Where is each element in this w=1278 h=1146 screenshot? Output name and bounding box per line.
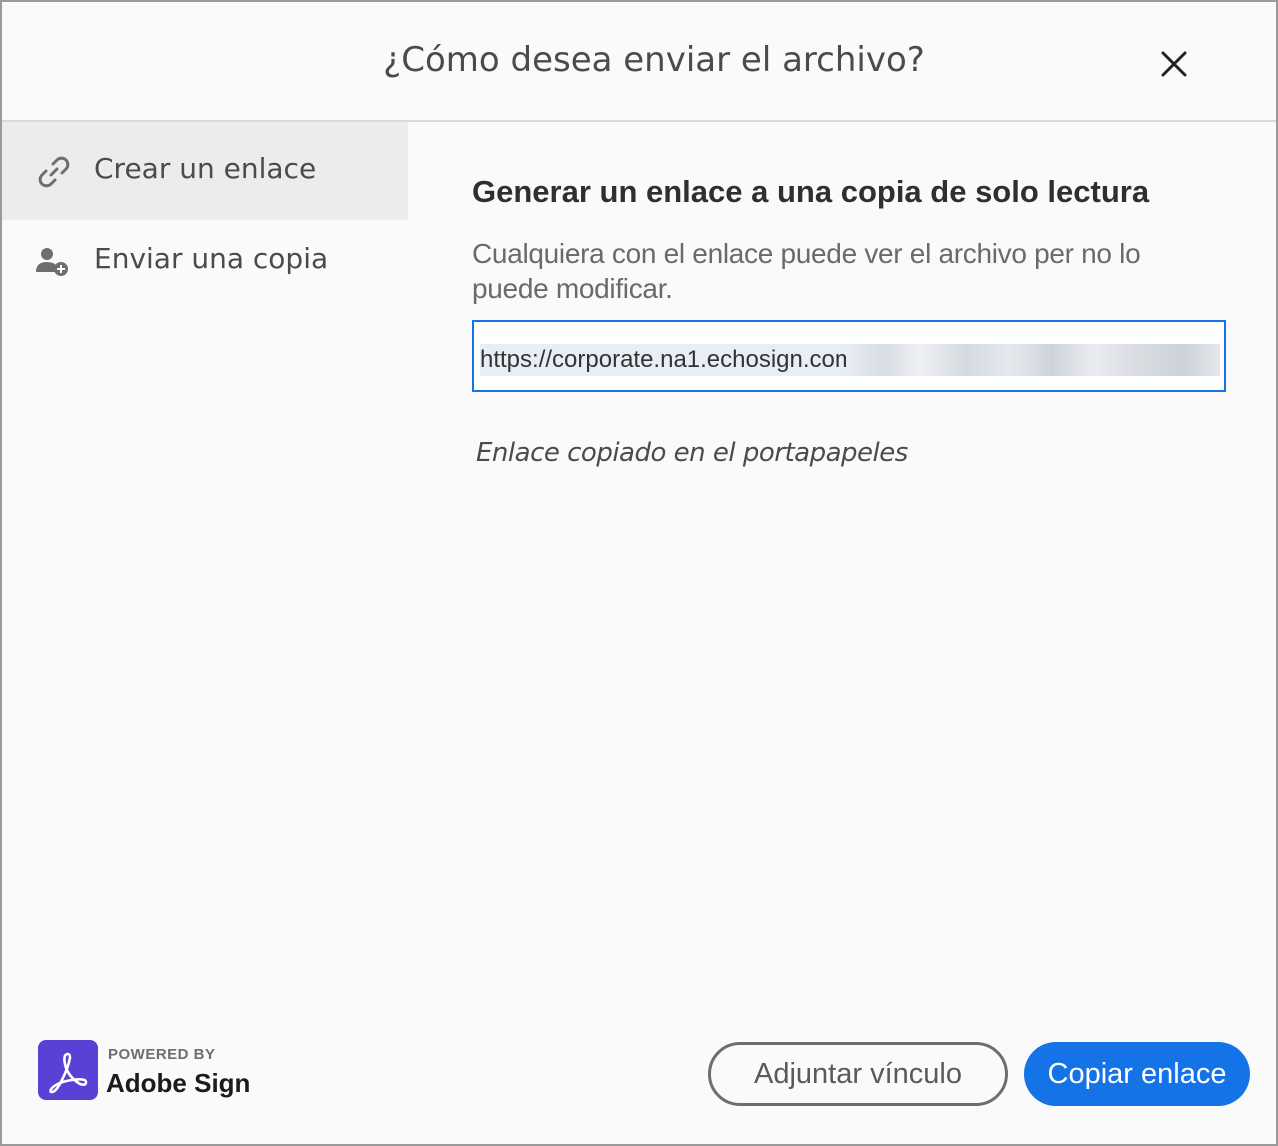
dialog-title: ¿Cómo desea enviar el archivo? xyxy=(383,40,925,80)
section-description: Cualquiera con el enlace puede ver el ar… xyxy=(472,238,1141,304)
redacted-url-part xyxy=(846,344,1220,376)
acrobat-icon xyxy=(49,1052,88,1094)
adobe-acrobat-logo xyxy=(38,1040,98,1100)
sidebar-item-label: Crear un enlace xyxy=(94,152,317,185)
sidebar-item-label: Enviar una copia xyxy=(94,242,329,275)
powered-by-label: POWERED BY xyxy=(108,1046,216,1063)
sidebar-item-send-copy[interactable]: Enviar una copia xyxy=(2,220,408,300)
add-user-icon xyxy=(36,248,68,276)
link-url-text: https://corporate.na1.echosign.com xyxy=(480,344,855,376)
link-input[interactable]: https://corporate.na1.echosign.com xyxy=(472,320,1226,392)
close-button[interactable] xyxy=(1154,44,1194,84)
section-heading: Generar un enlace a una copia de solo le… xyxy=(472,174,1150,209)
close-icon xyxy=(1161,51,1187,77)
attach-link-button[interactable]: Adjuntar vínculo xyxy=(708,1042,1008,1106)
share-dialog: ¿Cómo desea enviar el archivo? Crear un … xyxy=(0,0,1278,1146)
sidebar-item-create-link[interactable]: Crear un enlace xyxy=(2,122,408,220)
brand-name: Adobe Sign xyxy=(106,1068,251,1098)
dialog-header: ¿Cómo desea enviar el archivo? xyxy=(2,2,1276,122)
sidebar: Crear un enlace Enviar una copia xyxy=(2,122,408,1022)
link-icon xyxy=(38,156,70,188)
copy-link-button[interactable]: Copiar enlace xyxy=(1024,1042,1250,1106)
copied-status-message: Enlace copiado en el portapapeles xyxy=(476,438,908,468)
